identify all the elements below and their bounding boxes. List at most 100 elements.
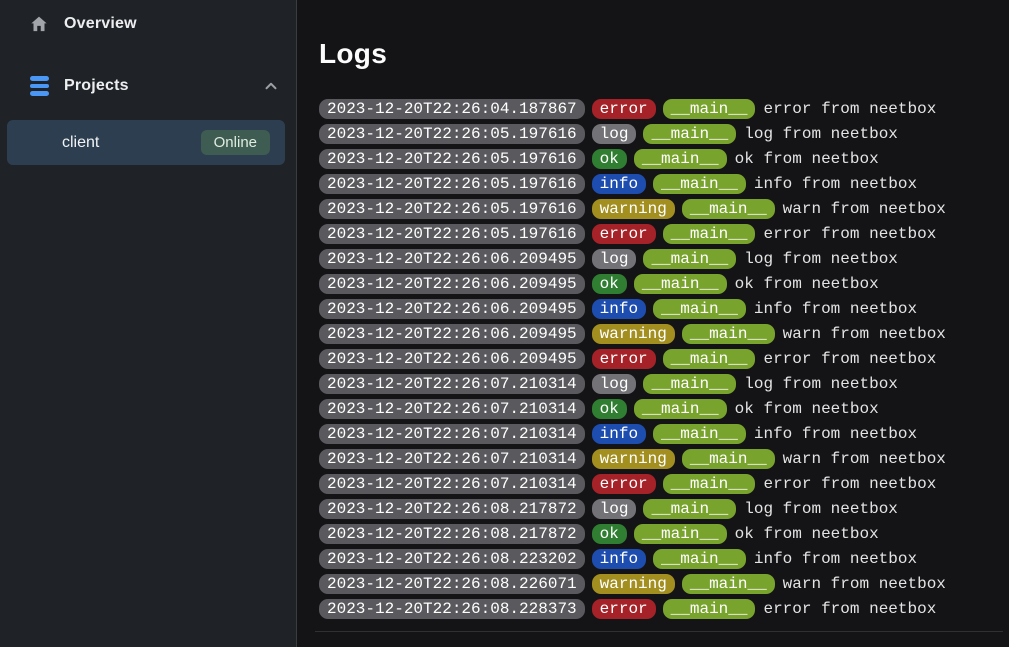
log-list-divider (315, 631, 1003, 632)
log-row: 2023-12-20T22:26:06.209495 warning __mai… (319, 324, 1009, 344)
log-level-badge: log (592, 249, 637, 269)
log-level-badge: ok (592, 399, 627, 419)
log-level-badge: ok (592, 149, 627, 169)
log-timestamp-badge: 2023-12-20T22:26:05.197616 (319, 224, 585, 244)
log-timestamp-badge: 2023-12-20T22:26:05.197616 (319, 174, 585, 194)
log-timestamp-badge: 2023-12-20T22:26:06.209495 (319, 349, 585, 369)
log-module-badge: __main__ (643, 499, 736, 519)
log-timestamp-badge: 2023-12-20T22:26:07.210314 (319, 374, 585, 394)
log-message: info from neetbox (753, 175, 917, 193)
log-timestamp-badge: 2023-12-20T22:26:04.187867 (319, 99, 585, 119)
log-module-badge: __main__ (643, 249, 736, 269)
log-timestamp-badge: 2023-12-20T22:26:08.217872 (319, 499, 585, 519)
log-module-badge: __main__ (682, 574, 775, 594)
log-timestamp-badge: 2023-12-20T22:26:05.197616 (319, 199, 585, 219)
log-row: 2023-12-20T22:26:05.197616 ok __main__ o… (319, 149, 1009, 169)
log-level-badge: error (592, 599, 656, 619)
log-module-badge: __main__ (653, 299, 746, 319)
log-message: error from neetbox (762, 100, 936, 118)
log-message: log from neetbox (743, 375, 898, 393)
sidebar-item-label-overview: Overview (64, 15, 137, 33)
log-module-badge: __main__ (682, 449, 775, 469)
log-level-badge: info (592, 424, 646, 444)
log-module-badge: __main__ (634, 524, 727, 544)
log-timestamp-badge: 2023-12-20T22:26:06.209495 (319, 299, 585, 319)
projects-list-icon (28, 75, 50, 97)
log-level-badge: info (592, 299, 646, 319)
log-level-badge: error (592, 99, 656, 119)
log-row: 2023-12-20T22:26:07.210314 warning __mai… (319, 449, 1009, 469)
log-message: ok from neetbox (734, 400, 879, 418)
log-level-badge: error (592, 474, 656, 494)
log-module-badge: __main__ (663, 224, 756, 244)
log-timestamp-badge: 2023-12-20T22:26:07.210314 (319, 424, 585, 444)
log-message: warn from neetbox (782, 450, 946, 468)
log-timestamp-badge: 2023-12-20T22:26:08.217872 (319, 524, 585, 544)
log-row: 2023-12-20T22:26:06.209495 info __main__… (319, 299, 1009, 319)
sidebar-item-projects[interactable]: Projects (0, 72, 296, 100)
log-timestamp-badge: 2023-12-20T22:26:05.197616 (319, 149, 585, 169)
log-message: error from neetbox (762, 600, 936, 618)
log-message: warn from neetbox (782, 325, 946, 343)
log-level-badge: error (592, 224, 656, 244)
log-module-badge: __main__ (682, 324, 775, 344)
log-row: 2023-12-20T22:26:05.197616 log __main__ … (319, 124, 1009, 144)
log-message: info from neetbox (753, 425, 917, 443)
log-message: log from neetbox (743, 125, 898, 143)
log-row: 2023-12-20T22:26:05.197616 info __main__… (319, 174, 1009, 194)
sidebar-item-overview[interactable]: Overview (0, 10, 296, 38)
log-timestamp-badge: 2023-12-20T22:26:06.209495 (319, 274, 585, 294)
log-message: warn from neetbox (782, 575, 946, 593)
log-row: 2023-12-20T22:26:08.223202 info __main__… (319, 549, 1009, 569)
log-level-badge: error (592, 349, 656, 369)
status-badge: Online (201, 130, 270, 155)
log-level-badge: log (592, 124, 637, 144)
log-row: 2023-12-20T22:26:06.209495 log __main__ … (319, 249, 1009, 269)
log-module-badge: __main__ (643, 374, 736, 394)
log-row: 2023-12-20T22:26:04.187867 error __main_… (319, 99, 1009, 119)
log-message: log from neetbox (743, 250, 898, 268)
log-timestamp-badge: 2023-12-20T22:26:07.210314 (319, 474, 585, 494)
sidebar: Overview Projects client Online (0, 0, 297, 647)
log-timestamp-badge: 2023-12-20T22:26:08.223202 (319, 549, 585, 569)
log-module-badge: __main__ (653, 424, 746, 444)
log-timestamp-badge: 2023-12-20T22:26:07.210314 (319, 449, 585, 469)
log-row: 2023-12-20T22:26:05.197616 error __main_… (319, 224, 1009, 244)
log-message: ok from neetbox (734, 275, 879, 293)
log-row: 2023-12-20T22:26:08.228373 error __main_… (319, 599, 1009, 619)
log-message: error from neetbox (762, 475, 936, 493)
page-title: Logs (319, 38, 1009, 70)
log-module-badge: __main__ (663, 474, 756, 494)
log-level-badge: ok (592, 274, 627, 294)
log-level-badge: warning (592, 574, 675, 594)
log-module-badge: __main__ (663, 599, 756, 619)
log-timestamp-badge: 2023-12-20T22:26:07.210314 (319, 399, 585, 419)
client-name-label: client (62, 134, 99, 152)
app-root: Overview Projects client Online Logs 202… (0, 0, 1009, 647)
log-module-badge: __main__ (643, 124, 736, 144)
log-module-badge: __main__ (634, 149, 727, 169)
log-level-badge: info (592, 549, 646, 569)
log-module-badge: __main__ (682, 199, 775, 219)
sidebar-item-label-projects: Projects (64, 77, 129, 95)
log-message: info from neetbox (753, 550, 917, 568)
log-level-badge: warning (592, 199, 675, 219)
chevron-up-icon[interactable] (262, 77, 280, 95)
log-row: 2023-12-20T22:26:08.226071 warning __mai… (319, 574, 1009, 594)
log-message: log from neetbox (743, 500, 898, 518)
log-level-badge: ok (592, 524, 627, 544)
log-row: 2023-12-20T22:26:07.210314 error __main_… (319, 474, 1009, 494)
log-message: error from neetbox (762, 225, 936, 243)
log-level-badge: warning (592, 324, 675, 344)
log-message: info from neetbox (753, 300, 917, 318)
log-module-badge: __main__ (634, 274, 727, 294)
log-level-badge: log (592, 499, 637, 519)
log-list: 2023-12-20T22:26:04.187867 error __main_… (319, 99, 1009, 619)
log-timestamp-badge: 2023-12-20T22:26:08.226071 (319, 574, 585, 594)
log-message: ok from neetbox (734, 150, 879, 168)
log-row: 2023-12-20T22:26:07.210314 ok __main__ o… (319, 399, 1009, 419)
log-timestamp-badge: 2023-12-20T22:26:06.209495 (319, 324, 585, 344)
log-message: ok from neetbox (734, 525, 879, 543)
log-module-badge: __main__ (634, 399, 727, 419)
sidebar-item-client[interactable]: client Online (7, 120, 285, 165)
